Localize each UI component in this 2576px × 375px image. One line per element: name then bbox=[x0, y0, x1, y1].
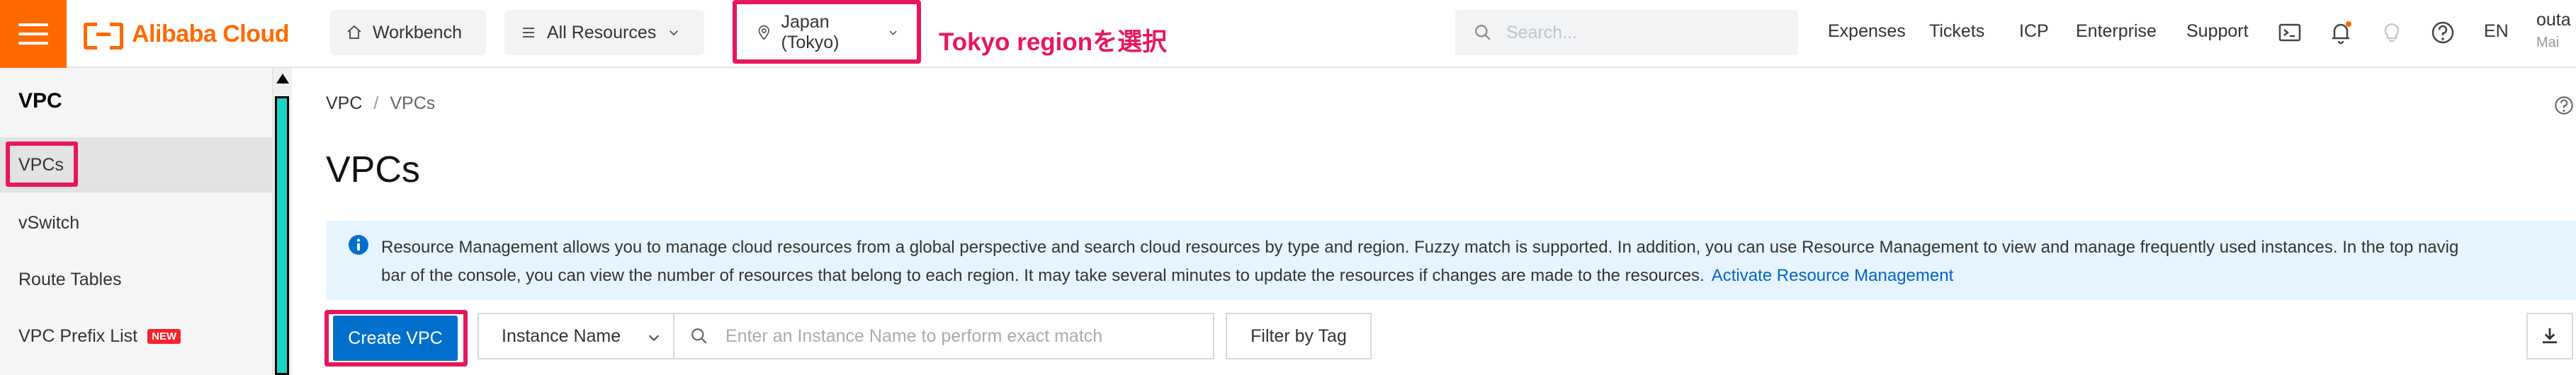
user-account-menu[interactable]: outa Mai bbox=[2536, 8, 2571, 54]
info-icon bbox=[349, 235, 368, 255]
breadcrumb-vpc[interactable]: VPC bbox=[326, 93, 362, 113]
download-button[interactable] bbox=[2526, 313, 2573, 359]
nav-link-tickets[interactable]: Tickets bbox=[1929, 21, 1984, 42]
activate-resource-management-link[interactable]: Activate Resource Management bbox=[1712, 266, 1954, 285]
bell-icon[interactable] bbox=[2328, 20, 2354, 45]
scrollbar-thumb[interactable] bbox=[275, 96, 289, 375]
user-name: outa bbox=[2536, 10, 2571, 30]
user-subtitle: Mai bbox=[2536, 35, 2560, 50]
resource-management-notice: Resource Management allows you to manage… bbox=[326, 221, 2576, 300]
region-highlight-annotation bbox=[733, 0, 921, 64]
language-switcher[interactable]: EN bbox=[2484, 21, 2509, 42]
sidebar-item-label: Route Tables bbox=[18, 269, 122, 289]
download-icon bbox=[2543, 328, 2557, 344]
all-resources-label: All Resources bbox=[547, 22, 657, 42]
filter-by-tag-button[interactable]: Filter by Tag bbox=[1226, 313, 1372, 359]
chevron-down-icon bbox=[648, 335, 660, 342]
page-help-icon[interactable] bbox=[2553, 95, 2575, 116]
nav-link-enterprise[interactable]: Enterprise bbox=[2076, 21, 2157, 42]
hamburger-menu-button[interactable] bbox=[0, 0, 67, 68]
notice-line-2: bar of the console, you can view the num… bbox=[381, 262, 2576, 290]
create-vpc-highlight-annotation bbox=[324, 310, 468, 367]
chevron-down-icon bbox=[670, 30, 679, 36]
list-icon bbox=[523, 28, 534, 38]
breadcrumb-current: VPCs bbox=[390, 93, 436, 113]
terminal-icon[interactable] bbox=[2277, 20, 2303, 45]
nav-link-support[interactable]: Support bbox=[2186, 21, 2249, 42]
search-icon bbox=[691, 328, 707, 344]
alibaba-cloud-logo[interactable]: Alibaba Cloud bbox=[84, 16, 290, 52]
sidebar-item-route-tables[interactable]: Route Tables bbox=[0, 252, 272, 307]
top-navigation-bar: Alibaba Cloud Workbench All Resources Ja… bbox=[0, 0, 2576, 68]
brand-name: Alibaba Cloud bbox=[132, 20, 290, 47]
help-icon[interactable] bbox=[2430, 20, 2456, 45]
nav-link-icp[interactable]: ICP bbox=[2019, 21, 2049, 42]
sidebar-item-vpc-prefix-list[interactable]: VPC Prefix List NEW bbox=[0, 308, 272, 364]
instance-filter-field-select[interactable]: Instance Name bbox=[478, 313, 674, 359]
page-title: VPCs bbox=[326, 149, 420, 190]
hamburger-icon bbox=[18, 23, 48, 45]
new-badge: NEW bbox=[147, 328, 181, 344]
vpcs-highlight-annotation bbox=[6, 142, 78, 187]
instance-search-placeholder: Enter an Instance Name to perform exact … bbox=[725, 325, 1103, 346]
all-resources-dropdown[interactable]: All Resources bbox=[504, 10, 704, 55]
breadcrumb: VPC / VPCs bbox=[326, 93, 436, 113]
nav-link-expenses[interactable]: Expenses bbox=[1828, 21, 1906, 42]
lightbulb-icon[interactable] bbox=[2379, 20, 2405, 45]
workbench-button[interactable]: Workbench bbox=[330, 10, 486, 55]
instance-search-input[interactable]: Enter an Instance Name to perform exact … bbox=[673, 313, 1214, 359]
scroll-up-arrow-icon[interactable] bbox=[276, 74, 289, 83]
search-icon bbox=[1475, 25, 1491, 40]
sidebar-item-label: VPC Prefix List bbox=[18, 325, 138, 346]
home-icon bbox=[347, 25, 361, 39]
select-value: Instance Name bbox=[502, 325, 621, 346]
notice-text: bar of the console, you can view the num… bbox=[381, 266, 1705, 285]
region-annotation-text: Tokyo regionを選択 bbox=[939, 28, 1168, 56]
alibaba-cloud-logo-mark-icon bbox=[84, 23, 123, 50]
sidebar: VPC VPCs vSwitch Route Tables VPC Prefix… bbox=[0, 68, 273, 375]
workbench-label: Workbench bbox=[373, 22, 462, 42]
sidebar-item-label: vSwitch bbox=[18, 212, 80, 233]
sidebar-title: VPC bbox=[18, 89, 62, 112]
notice-line-1: Resource Management allows you to manage… bbox=[381, 238, 2459, 257]
sidebar-scrollbar[interactable] bbox=[273, 68, 292, 375]
search-placeholder: Search... bbox=[1506, 22, 1578, 42]
sidebar-item-vswitch[interactable]: vSwitch bbox=[0, 195, 272, 250]
global-search-input[interactable]: Search... bbox=[1455, 10, 1798, 55]
